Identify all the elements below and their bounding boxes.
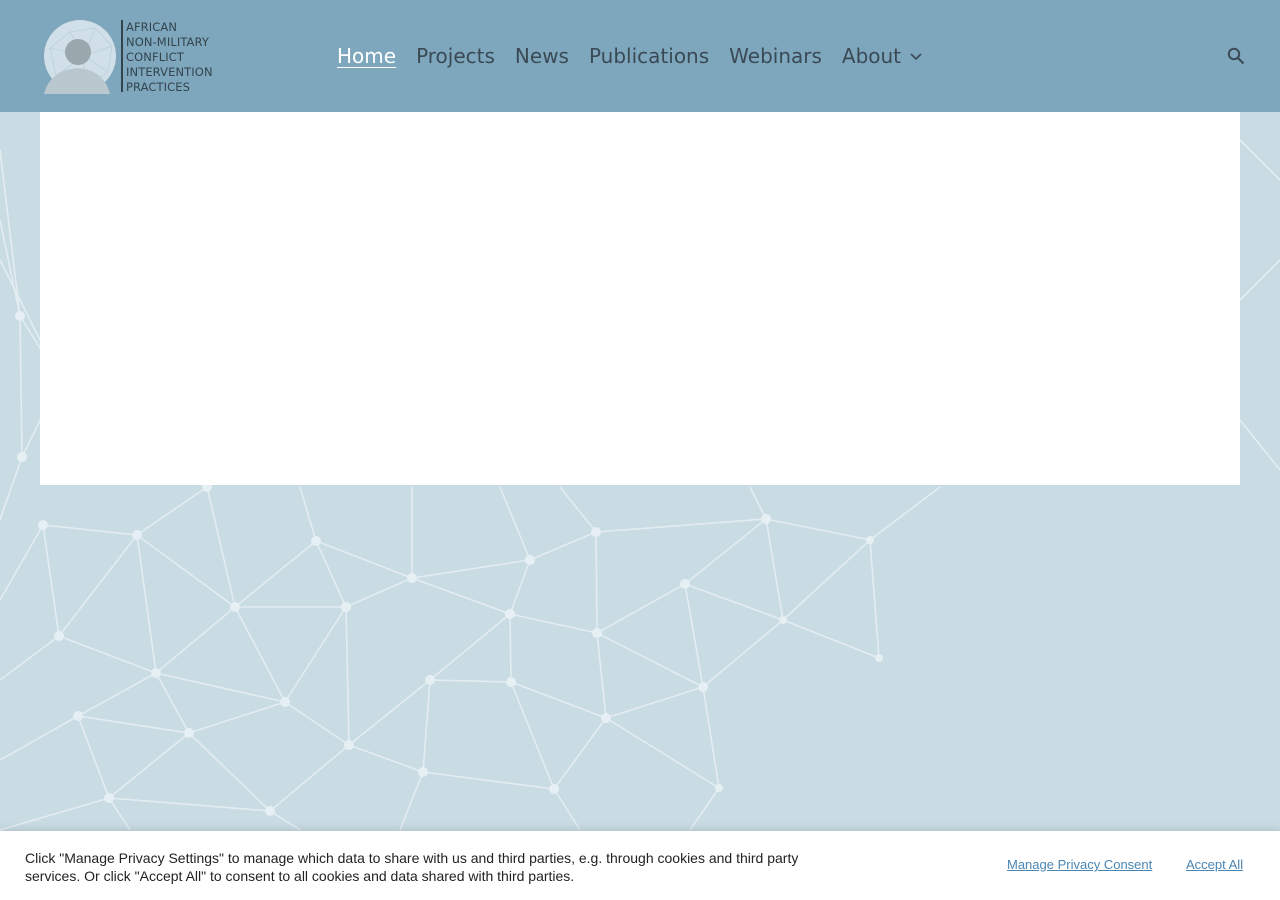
main-nav: Home Projects News Publications Webinars… — [337, 40, 923, 72]
accept-all-link[interactable]: Accept All — [1186, 857, 1243, 872]
logo-line: NON-MILITARY — [126, 35, 209, 49]
nav-item-home[interactable]: Home — [337, 44, 396, 68]
nav-item-webinars[interactable]: Webinars — [729, 44, 822, 68]
main-content-area — [40, 112, 1240, 485]
search-icon[interactable] — [1226, 46, 1246, 66]
nav-item-about[interactable]: About — [842, 44, 923, 68]
logo-line: AFRICAN — [126, 20, 178, 34]
nav-item-projects[interactable]: Projects — [416, 44, 495, 68]
cookie-consent-text: Click "Manage Privacy Settings" to manag… — [25, 850, 799, 884]
site-logo[interactable]: AFRICAN NON-MILITARY CONFLICT INTERVENTI… — [40, 16, 220, 96]
chevron-down-icon[interactable] — [909, 49, 923, 63]
site-header: AFRICAN NON-MILITARY CONFLICT INTERVENTI… — [0, 0, 1280, 112]
nav-item-publications[interactable]: Publications — [589, 44, 709, 68]
nav-item-news[interactable]: News — [515, 44, 569, 68]
logo-line: PRACTICES — [126, 80, 191, 94]
logo-text: AFRICAN NON-MILITARY CONFLICT INTERVENTI… — [126, 20, 213, 95]
logo-divider — [121, 20, 123, 92]
nav-item-about-label: About — [841, 44, 902, 68]
logo-emblem-icon — [44, 20, 116, 94]
cookie-consent-bar: Click "Manage Privacy Settings" to manag… — [0, 831, 1280, 900]
logo-line: CONFLICT — [126, 50, 184, 64]
manage-privacy-consent-link[interactable]: Manage Privacy Consent — [1007, 857, 1152, 872]
logo-line: INTERVENTION — [126, 65, 213, 79]
